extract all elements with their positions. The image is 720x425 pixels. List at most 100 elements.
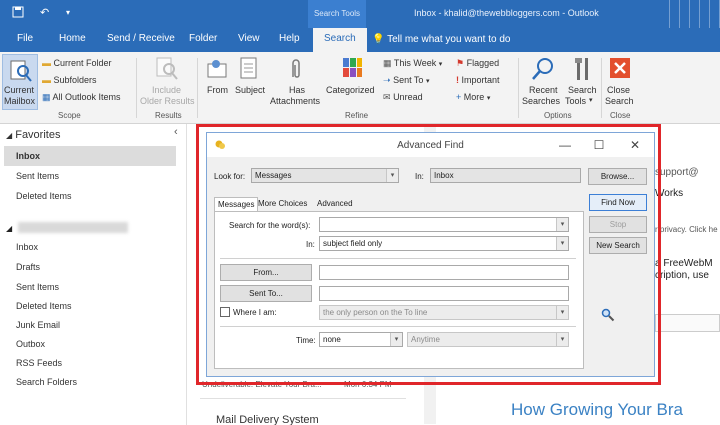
important-button[interactable]: ! Important [456, 75, 500, 85]
where-i-am-value: the only person on the To line [323, 308, 428, 317]
tab-folder[interactable]: Folder [189, 33, 217, 44]
favorites-label: Favorites [15, 129, 61, 141]
nav-fav-sent-items[interactable]: Sent Items [16, 171, 59, 181]
folder-pane: ◢ Favorites ‹ Inbox Sent Items Deleted I… [0, 124, 187, 425]
include-label-1: Include [152, 85, 182, 95]
current-folder-label: Current Folder [53, 58, 112, 68]
dialog-titlebar: Advanced Find — ☐ ✕ [207, 133, 654, 157]
tell-me-search[interactable]: 💡 Tell me what you want to do [372, 34, 510, 45]
tools-icon [575, 58, 588, 80]
time-label: Time: [296, 336, 316, 345]
tab-more-choices[interactable]: More Choices [255, 197, 310, 211]
sent-to-input[interactable] [319, 286, 569, 301]
tab-search[interactable]: Search [313, 28, 367, 52]
tab-advanced[interactable]: Advanced [314, 197, 356, 211]
undo-icon[interactable]: ↶ [40, 6, 49, 19]
envelope-icon: ✉ [383, 92, 391, 102]
where-i-am-checkbox[interactable] [220, 307, 230, 317]
attachments-label: Attachments [270, 96, 321, 106]
more-button[interactable]: + More ▾ [456, 92, 490, 102]
flag-icon: ⚑ [456, 58, 465, 68]
dropdown-arrow-icon: ▾ [556, 218, 568, 231]
current-mailbox-button[interactable]: Current Mailbox [2, 54, 38, 110]
nav-search-folders[interactable]: Search Folders [16, 377, 77, 387]
maximize-icon[interactable]: ☐ [589, 136, 609, 154]
collapse-pane-icon[interactable]: ‹ [174, 126, 178, 138]
tab-view[interactable]: View [238, 33, 260, 44]
decorative-pattern [660, 0, 720, 28]
tab-messages[interactable]: Messages [214, 197, 259, 212]
collapse-chevron-icon: ◢ [6, 131, 13, 140]
from-button[interactable]: From... [220, 264, 312, 281]
nav-outbox[interactable]: Outbox [16, 339, 45, 349]
search-tools-label-1: Search [568, 85, 597, 95]
dropdown-icon: ▾ [425, 78, 430, 85]
tab-home[interactable]: Home [59, 33, 86, 44]
search-tools-label-2: Tools [565, 96, 587, 106]
results-group-label: Results [155, 111, 182, 120]
messages-tab-panel: Search for the word(s): ▾ In: subject fi… [214, 211, 584, 369]
dropdown-icon: ▾ [438, 61, 443, 68]
tab-file[interactable]: File [17, 33, 33, 44]
time-range-value: Anytime [411, 335, 440, 344]
sent-to-button[interactable]: ➝ Sent To ▾ [383, 75, 429, 86]
find-now-button[interactable]: Find Now [589, 194, 647, 211]
has-label: Has [289, 85, 306, 95]
all-outlook-items-button[interactable]: ▦ All Outlook Items [42, 92, 121, 103]
nav-fav-inbox[interactable]: Inbox [16, 151, 40, 161]
time-select[interactable]: none ▾ [319, 332, 403, 347]
flagged-button[interactable]: ⚑ Flagged [456, 58, 499, 69]
look-for-select[interactable]: Messages ▾ [251, 168, 399, 183]
search-words-input[interactable]: ▾ [319, 217, 569, 232]
nav-inbox[interactable]: Inbox [16, 242, 38, 252]
dropdown-arrow-icon: ▾ [386, 169, 398, 182]
stop-button[interactable]: Stop [589, 216, 647, 233]
minimize-icon[interactable]: — [555, 136, 575, 154]
where-i-am-select[interactable]: the only person on the To line ▾ [319, 305, 569, 320]
subfolders-button[interactable]: ▬ Subfolders [42, 75, 97, 85]
sent-to-button[interactable]: Sent To... [220, 285, 312, 302]
unread-button[interactable]: ✉ Unread [383, 92, 423, 103]
in-field-label: In: [306, 240, 315, 249]
account-chevron-icon[interactable]: ◢ [6, 224, 12, 233]
sent-arrow-icon: ➝ [383, 75, 391, 85]
tab-help[interactable]: Help [279, 33, 300, 44]
time-value: none [323, 335, 341, 344]
reading-subscription-text: cription, use [655, 270, 709, 281]
lightbulb-icon: 💡 [372, 34, 385, 45]
save-icon[interactable] [12, 6, 24, 21]
time-range-select[interactable]: Anytime ▾ [407, 332, 569, 347]
window-title: Inbox - khalid@thewebbloggers.com - Outl… [414, 8, 599, 18]
search-words-label: Search for the word(s): [229, 221, 311, 230]
nav-fav-deleted-items[interactable]: Deleted Items [16, 191, 72, 201]
nav-deleted-items[interactable]: Deleted Items [16, 301, 72, 311]
close-group-label: Close [610, 111, 631, 120]
nav-rss-feeds[interactable]: RSS Feeds [16, 358, 62, 368]
close-label-2: Search [605, 96, 634, 106]
browse-button[interactable]: Browse... [588, 168, 647, 185]
title-bar: ↶ ▾ Search Tools Inbox - khalid@thewebbl… [0, 0, 720, 28]
nav-drafts[interactable]: Drafts [16, 262, 40, 272]
nav-sent-items[interactable]: Sent Items [16, 282, 59, 292]
from-input[interactable] [319, 265, 569, 280]
this-week-button[interactable]: ▦ This Week ▾ [383, 58, 442, 69]
nav-junk-email[interactable]: Junk Email [16, 320, 60, 330]
divider [518, 58, 519, 118]
search-magnifier-icon [601, 308, 615, 322]
customize-toolbar-icon[interactable]: ▾ [66, 8, 70, 17]
new-search-button[interactable]: New Search [589, 237, 647, 254]
current-folder-button[interactable]: ▬ Current Folder [42, 58, 112, 68]
in-field-select[interactable]: subject field only ▾ [319, 236, 569, 251]
important-label: Important [461, 75, 500, 85]
message-sender[interactable]: Mail Delivery System [216, 414, 319, 425]
magnifier-icon [532, 58, 553, 80]
close-icon[interactable]: ✕ [625, 136, 645, 154]
tab-send-receive[interactable]: Send / Receive [107, 33, 175, 44]
look-for-value: Messages [255, 171, 292, 180]
reading-heading: How Growing Your Bra [511, 400, 683, 419]
in-folder-field[interactable]: Inbox [430, 168, 581, 183]
subfolders-label: Subfolders [53, 75, 97, 85]
plus-icon: + [456, 92, 462, 102]
favorites-header[interactable]: ◢ Favorites [6, 129, 60, 141]
divider [197, 58, 198, 118]
